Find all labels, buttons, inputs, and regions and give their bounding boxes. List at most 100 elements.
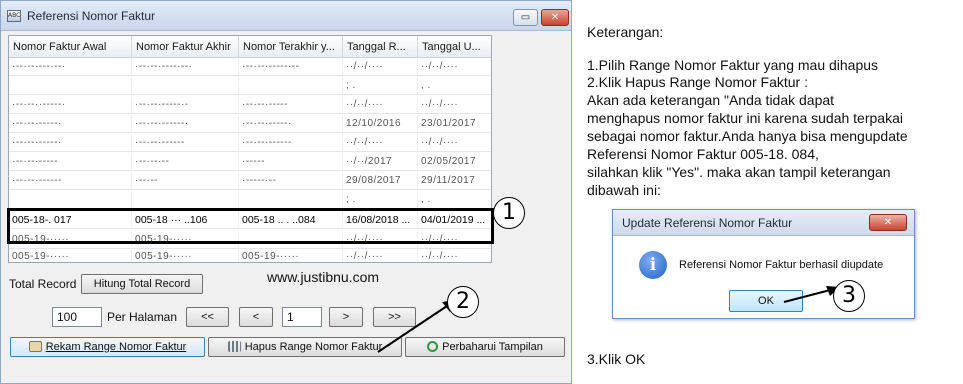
hitung-total-record-button[interactable]: Hitung Total Record [81, 274, 203, 294]
table-cell: ··/··/···· [343, 59, 418, 76]
table-cell [132, 78, 239, 95]
window-titlebar: ABC Referensi Nomor Faktur ▭ ✕ [1, 1, 571, 31]
rekam-range-button[interactable]: Rekam Range Nomor Faktur [10, 337, 205, 357]
table-cell: ·----- [239, 154, 343, 171]
table-cell: ·--·--·---·--· [9, 59, 132, 76]
restore-button[interactable]: ▭ [513, 9, 538, 26]
hapus-range-label: Hapus Range Nomor Faktur [244, 341, 383, 353]
table-cell [132, 192, 239, 209]
table-cell: 29/11/2017 [418, 173, 491, 190]
column-header-nomor-terakhir[interactable]: Nomor Terakhir y... [239, 36, 343, 58]
table-cell: ·--·--·-----·-- [239, 59, 343, 76]
table-cell: ·--·--·------ [132, 135, 239, 152]
note-line-1: 1.Pilih Range Nomor Faktur yang mau diha… [587, 57, 879, 73]
add-record-icon [28, 341, 42, 352]
table-cell: ; . [343, 78, 418, 95]
column-header-nomor-faktur-awal[interactable]: Nomor Faktur Awal [9, 36, 132, 58]
table-cell: ··/··/···· [418, 59, 491, 76]
table-cell: ·--·--·-----· [9, 116, 132, 133]
prev-page-button[interactable]: < [239, 307, 273, 327]
rekam-range-label: Rekam Range Nomor Faktur [45, 341, 187, 353]
table-cell: ·--·--·-----· [9, 135, 132, 152]
table-row[interactable]: ·--·--·----- ·--·--·-- ·----- ··/··/2017 02… [9, 154, 491, 171]
note-step-3: 3.Klik OK [587, 351, 646, 367]
info-icon: i [639, 251, 667, 279]
per-page-input[interactable]: 100 [52, 307, 102, 327]
table-row[interactable]: ·--·--·------ ·--·-- ·-----·-- 29/08/2017 29… [9, 173, 491, 190]
table-cell: , . [418, 78, 491, 95]
dialog-title: Update Referensi Nomor Faktur [622, 216, 793, 230]
table-cell: ·--·--·------ [239, 135, 343, 152]
table-cell [9, 192, 132, 209]
selected-row-highlight [7, 208, 494, 244]
total-record-label: Total Record [9, 277, 77, 291]
notes-heading: Keterangan: [587, 24, 664, 40]
table-row[interactable]: 005-19-····· 005-19-····· 005-19-····· ··/·… [9, 249, 491, 262]
table-cell: 02/05/2017 [418, 154, 491, 171]
update-dialog: Update Referensi Nomor Faktur ✕ i Refere… [612, 209, 915, 319]
table-cell: 005-19-····· [132, 249, 239, 262]
page-number-input[interactable]: 1 [282, 307, 322, 327]
table-cell: ·--·--·-----· [239, 116, 343, 133]
table-cell: ·--·--·------ [9, 173, 132, 190]
note-line-8: dibawah ini: [587, 182, 661, 198]
app-icon: ABC [7, 10, 21, 22]
watermark-text: www.justibnu.com [267, 269, 380, 285]
table-cell: ·--·--·-----·- [132, 97, 239, 114]
callout-1: 1 [493, 197, 525, 229]
first-page-button[interactable]: << [186, 307, 229, 327]
table-cell: ··/··/···· [343, 249, 418, 262]
grid-header: Nomor Faktur Awal Nomor Faktur Akhir Nom… [9, 36, 491, 58]
table-row[interactable]: ; . , . [9, 78, 491, 95]
column-header-nomor-faktur-akhir[interactable]: Nomor Faktur Akhir [132, 36, 239, 58]
table-cell: 12/10/2016 [343, 116, 418, 133]
table-cell: ··/··/···· [343, 135, 418, 152]
window-title: Referensi Nomor Faktur [27, 9, 156, 23]
dialog-message: Referensi Nomor Faktur berhasil diupdate [679, 259, 884, 271]
callout-3: 3 [833, 280, 865, 312]
table-cell: ·--·--·----·--· [132, 59, 239, 76]
table-row[interactable]: ·--·--·---·--· ·--·--·----·--· ·--·--·----… [9, 59, 491, 76]
table-cell: 005-19-····· [9, 249, 132, 262]
table-cell: ·--·-- [132, 173, 239, 190]
table-cell: ·--·--·----- [9, 154, 132, 171]
table-cell: ··/··/···· [418, 97, 491, 114]
note-line-3: Akan ada keterangan "Anda tidak dapat [587, 92, 835, 108]
dialog-close-button[interactable]: ✕ [869, 214, 907, 231]
note-line-4: menghapus nomor faktur ini karena sudah … [587, 110, 903, 126]
table-cell: ··/··/···· [418, 249, 491, 262]
table-cell: ··/··/···· [343, 97, 418, 114]
table-cell [9, 78, 132, 95]
callout-2: 2 [447, 286, 479, 318]
notes-panel: Keterangan: 1.Pilih Range Nomor Faktur y… [587, 0, 963, 384]
table-row[interactable]: ·--·--··-----· ·--·--·-----·- ·--·--·-----… [9, 97, 491, 114]
table-cell: ··/··/···· [418, 135, 491, 152]
table-cell: 005-19-····· [239, 249, 343, 262]
table-cell: ·--·--·----- [239, 97, 343, 114]
table-row[interactable]: ·--·--·-----· ·--·--·------· ·--·--·-----·… [9, 116, 491, 133]
table-row[interactable]: ; . , . [9, 192, 491, 209]
table-cell: ·-----·-- [239, 173, 343, 190]
table-cell [239, 192, 343, 209]
table-cell: ·--·--··-----· [9, 97, 132, 114]
note-line-5: sebagai nomor faktur.Anda hanya bisa men… [587, 128, 908, 144]
table-cell: ; . [343, 192, 418, 209]
table-cell: , . [418, 192, 491, 209]
note-line-7: silahkan klik "Yes". maka akan tampil ke… [587, 164, 891, 180]
table-cell: ·--·--·-- [132, 154, 239, 171]
note-line-6: Referensi Nomor Faktur 005-18. 084, [587, 146, 819, 162]
column-header-tanggal-u[interactable]: Tanggal U... [418, 36, 491, 58]
table-row[interactable]: ·--·--·-----· ·--·--·------ ·--·--·------ ·… [9, 135, 491, 152]
note-line-2: 2.Klik Hapus Range Nomor Faktur : [587, 74, 808, 90]
column-header-tanggal-r[interactable]: Tanggal R... [343, 36, 418, 58]
table-cell [239, 78, 343, 95]
next-page-button[interactable]: > [329, 307, 363, 327]
close-button[interactable]: ✕ [541, 9, 569, 26]
delete-range-icon [227, 341, 241, 352]
table-cell: 29/08/2017 [343, 173, 418, 190]
table-cell: ·--·--·------· [132, 116, 239, 133]
per-halaman-label: Per Halaman [107, 310, 178, 324]
dialog-titlebar: Update Referensi Nomor Faktur ✕ [613, 210, 914, 236]
table-cell: ··/··/2017 [343, 154, 418, 171]
table-cell: 23/01/2017 [418, 116, 491, 133]
